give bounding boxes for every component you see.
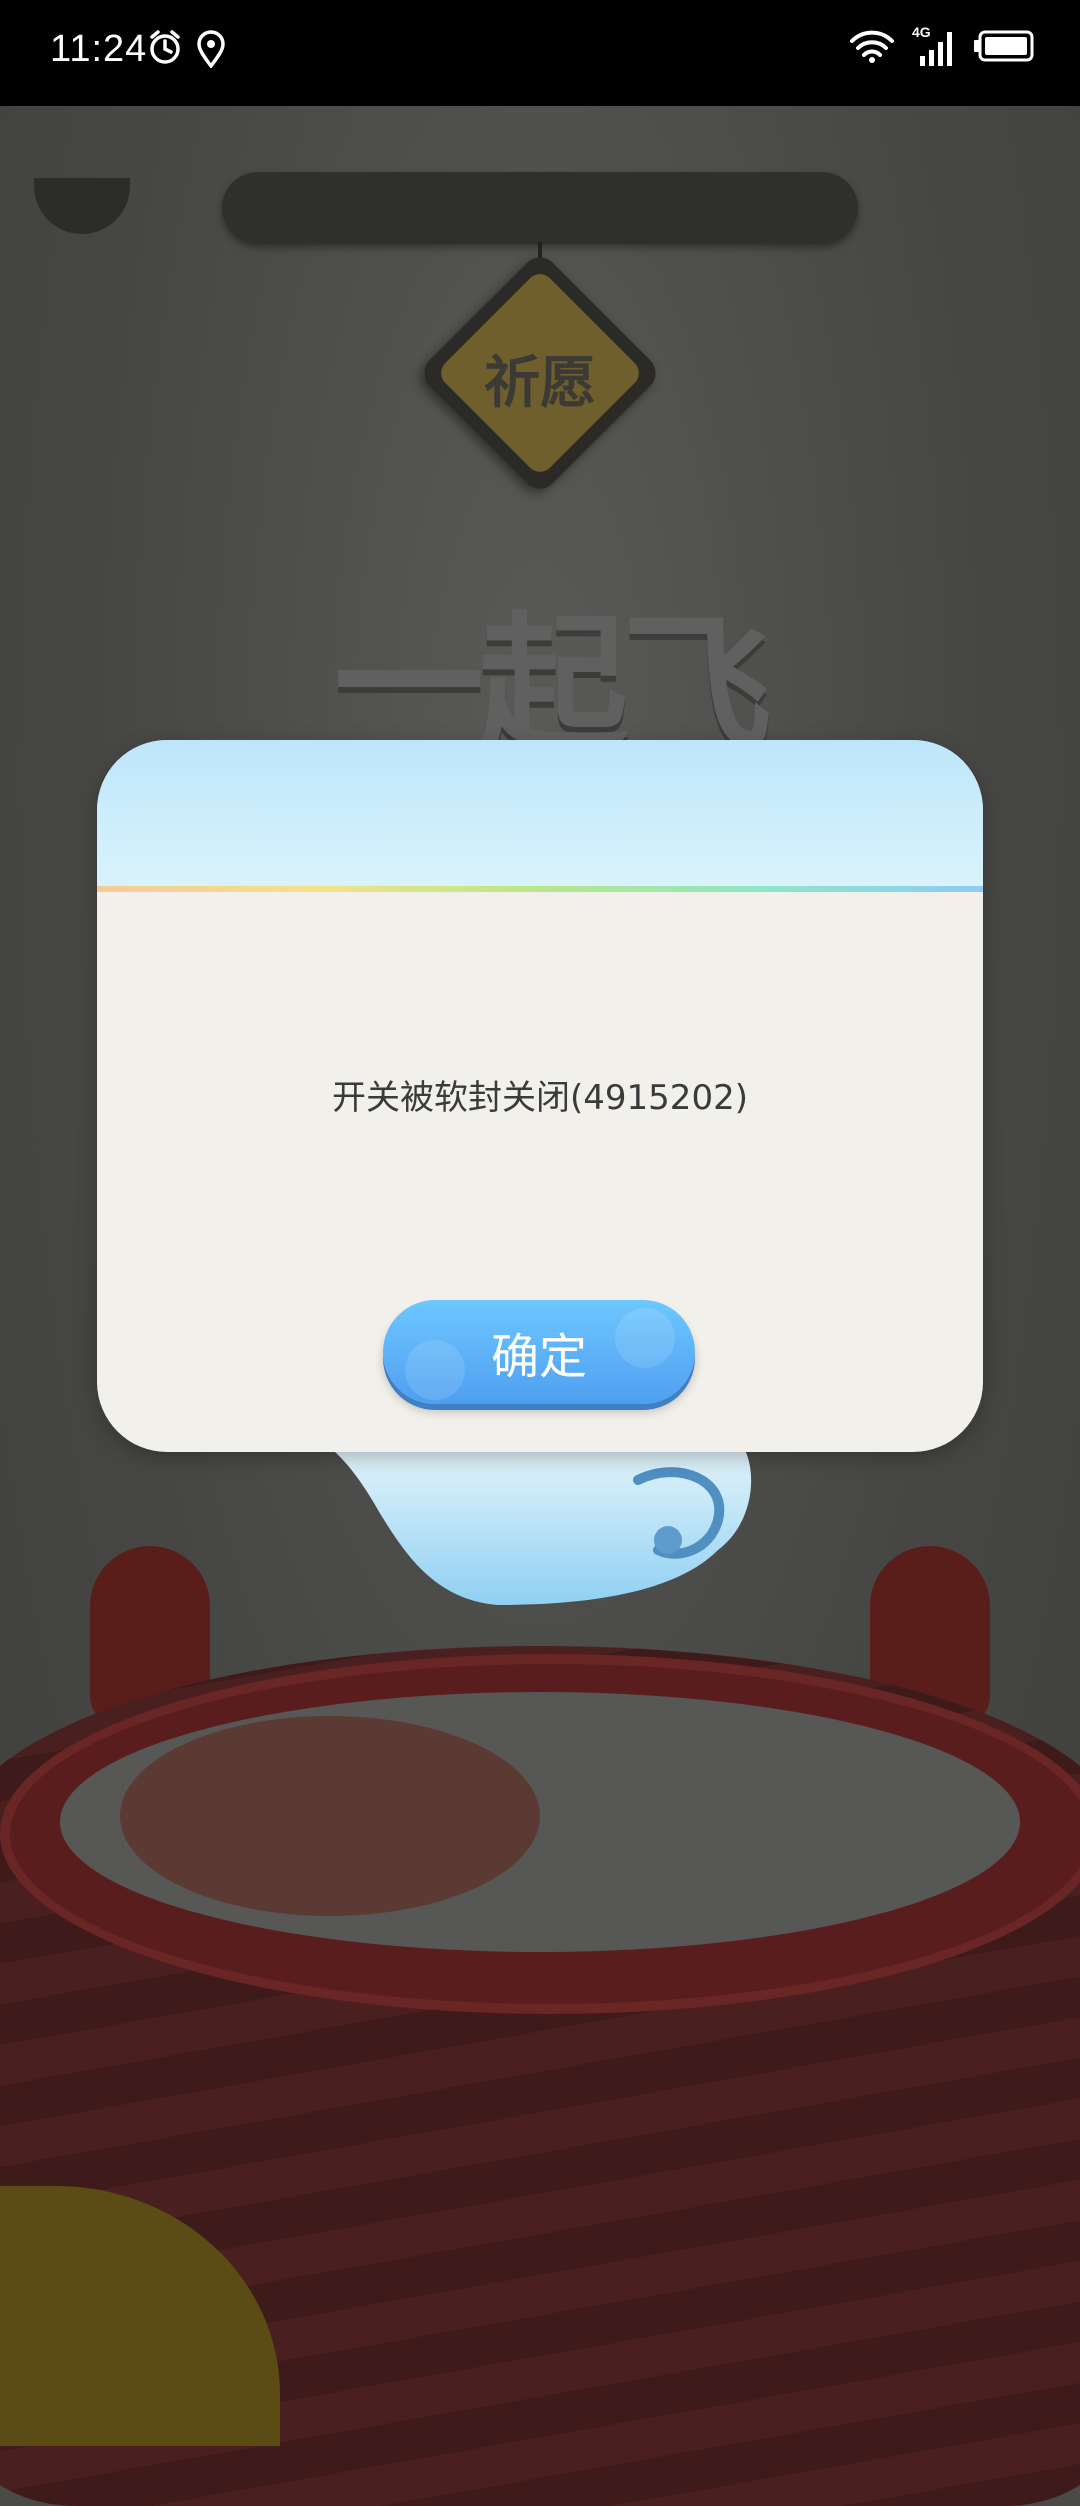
dialog-tail-swirl	[318, 1440, 752, 1605]
button-swirl-decoration	[405, 1340, 465, 1400]
battery-icon	[974, 29, 1036, 67]
button-swirl-decoration	[615, 1308, 675, 1368]
wish-tag-label: 祈愿	[484, 351, 596, 416]
alarm-icon	[148, 30, 182, 72]
dialog-divider	[97, 886, 983, 892]
confirm-button[interactable]: 确定	[383, 1300, 695, 1404]
4g-signal-icon: 4G	[912, 24, 956, 68]
confirm-button-label: 确定	[490, 1329, 587, 1385]
status-time: 11:24	[50, 28, 148, 70]
location-icon	[196, 30, 226, 72]
avatar	[34, 178, 130, 234]
status-bar: 11:24 4G	[0, 0, 1080, 106]
drum-yin-yang	[120, 1716, 540, 1916]
alert-dialog: 开关被软封关闭(4915202) 确定	[97, 740, 983, 1452]
top-banner	[222, 172, 858, 244]
dialog-header	[97, 740, 983, 886]
wifi-icon	[850, 29, 894, 67]
dialog-message: 开关被软封关闭(4915202)	[332, 1078, 748, 1118]
